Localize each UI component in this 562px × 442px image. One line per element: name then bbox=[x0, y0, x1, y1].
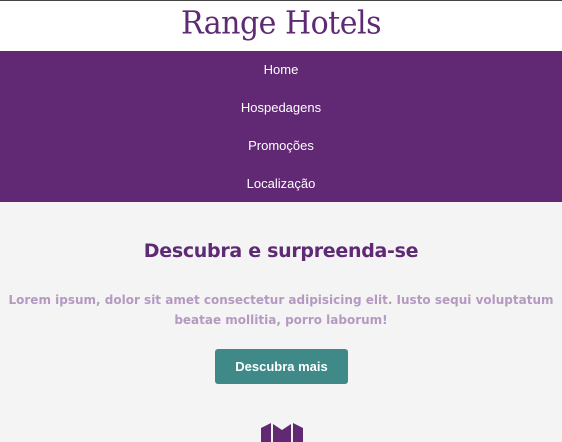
brand-logo[interactable]: Range Hotels bbox=[181, 5, 382, 43]
hero-title: Descubra e surpreenda-se bbox=[143, 240, 419, 262]
nav-item-promocoes[interactable]: Promoções bbox=[0, 127, 562, 165]
hero-description: Lorem ipsum, dolor sit amet consectetur … bbox=[8, 293, 554, 327]
discover-more-button[interactable]: Descubra mais bbox=[215, 349, 348, 384]
nav-item-home[interactable]: Home bbox=[0, 51, 562, 89]
main-nav: Home Hospedagens Promoções Localização bbox=[0, 51, 562, 202]
hero-section: Descubra e surpreenda-se Lorem ipsum, do… bbox=[0, 202, 562, 442]
building-logo-icon bbox=[261, 423, 303, 442]
nav-item-localizacao[interactable]: Localização bbox=[0, 165, 562, 203]
nav-item-hospedagens[interactable]: Hospedagens bbox=[0, 89, 562, 127]
site-header: Range Hotels bbox=[0, 0, 562, 51]
